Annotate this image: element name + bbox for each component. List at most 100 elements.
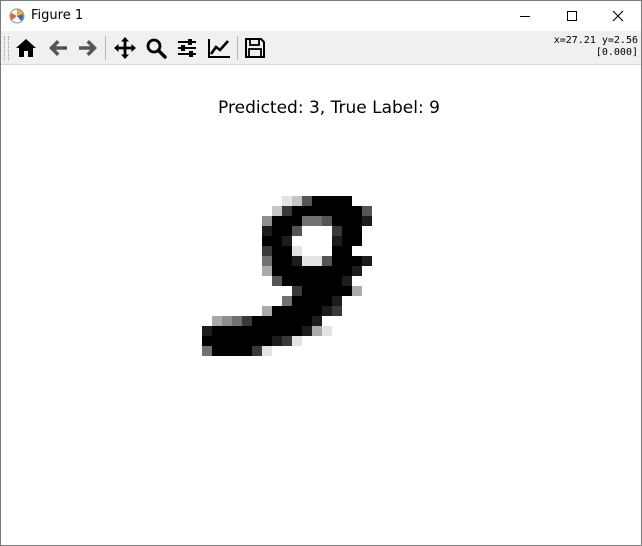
digit-pixel (202, 336, 213, 347)
digit-pixel (332, 216, 343, 227)
digit-pixel (302, 316, 313, 327)
digit-pixel (212, 326, 223, 337)
digit-pixel (282, 296, 293, 307)
cursor-coordinates: x=27.21 y=2.56 [0.000] (554, 35, 638, 59)
digit-pixel (222, 326, 233, 337)
digit-pixel (272, 276, 283, 287)
pan-button[interactable] (111, 34, 139, 62)
digit-pixel (342, 206, 353, 217)
digit-pixel (282, 216, 293, 227)
maximize-icon (567, 11, 577, 21)
digit-pixel (332, 276, 343, 287)
digit-pixel (272, 306, 283, 317)
digit-pixel (272, 206, 283, 217)
save-button[interactable] (241, 34, 269, 62)
digit-pixel (292, 326, 303, 337)
digit-pixel (302, 286, 313, 297)
digit-pixel (222, 316, 233, 327)
digit-pixel (342, 286, 353, 297)
digit-pixel (332, 266, 343, 277)
digit-pixel (302, 196, 313, 207)
digit-pixel (282, 206, 293, 217)
digit-pixel (272, 226, 283, 237)
close-button[interactable] (595, 1, 641, 31)
digit-pixel (282, 326, 293, 337)
digit-pixel (332, 306, 343, 317)
digit-pixel (292, 196, 303, 207)
digit-pixel (232, 326, 243, 337)
digit-pixel (282, 256, 293, 267)
digit-pixel (252, 346, 263, 357)
home-button[interactable] (12, 34, 40, 62)
digit-pixel (252, 336, 263, 347)
toolbar-grip[interactable] (4, 36, 9, 60)
forward-button[interactable] (74, 34, 102, 62)
figure-canvas[interactable]: Predicted: 3, True Label: 9 (1, 65, 641, 545)
digit-pixel (262, 326, 273, 337)
digit-pixel (312, 276, 323, 287)
digit-pixel (292, 216, 303, 227)
sliders-icon (178, 39, 196, 57)
digit-pixel (302, 326, 313, 337)
digit-pixel (352, 216, 363, 227)
digit-pixel (282, 306, 293, 317)
coords-value: [0.000] (595, 47, 638, 58)
digit-pixel (342, 216, 353, 227)
trend-icon (208, 39, 230, 58)
digit-pixel (302, 206, 313, 217)
title-bar: Figure 1 (1, 1, 641, 31)
subplots-button[interactable] (173, 34, 201, 62)
digit-pixel (292, 306, 303, 317)
coords-xy: x=27.21 y=2.56 (553, 35, 638, 46)
digit-pixel (262, 336, 273, 347)
move-icon (114, 37, 136, 59)
digit-pixel (352, 286, 363, 297)
digit-pixel (242, 336, 253, 347)
zoom-button[interactable] (142, 34, 170, 62)
digit-pixel (242, 326, 253, 337)
digit-pixel (342, 236, 353, 247)
digit-pixel (342, 196, 353, 207)
digit-pixel (332, 226, 343, 237)
digit-pixel (282, 226, 293, 237)
digit-pixel (362, 256, 373, 267)
digit-pixel (322, 326, 333, 337)
toolbar-separator (237, 36, 238, 60)
digit-pixel (272, 216, 283, 227)
matplotlib-icon (9, 8, 25, 24)
digit-pixel (292, 206, 303, 217)
digit-pixel (262, 226, 273, 237)
digit-pixel (332, 236, 343, 247)
digit-pixel (342, 256, 353, 267)
digit-pixel (302, 216, 313, 227)
digit-pixel (292, 286, 303, 297)
arrow-left-icon (49, 40, 67, 56)
digit-pixel (212, 346, 223, 357)
digit-pixel (302, 296, 313, 307)
digit-pixel (292, 316, 303, 327)
maximize-button[interactable] (549, 1, 595, 31)
digit-pixel (292, 296, 303, 307)
digit-pixel (212, 316, 223, 327)
digit-pixel (272, 316, 283, 327)
digit-pixel (242, 346, 253, 357)
digit-pixel (272, 236, 283, 247)
back-button[interactable] (44, 34, 72, 62)
digit-pixel (322, 206, 333, 217)
digit-pixel (322, 256, 333, 267)
digit-pixel (312, 286, 323, 297)
digit-pixel (352, 256, 363, 267)
digit-pixel (292, 226, 303, 237)
digit-pixel (232, 336, 243, 347)
minimize-button[interactable] (502, 1, 548, 31)
digit-pixel (262, 256, 273, 267)
digit-pixel (352, 226, 363, 237)
customize-button[interactable] (205, 34, 233, 62)
digit-pixel (292, 266, 303, 277)
digit-pixel (252, 316, 263, 327)
digit-pixel (232, 346, 243, 357)
digit-pixel (282, 236, 293, 247)
digit-pixel (262, 346, 273, 357)
close-icon (612, 10, 624, 22)
digit-pixel (262, 306, 273, 317)
